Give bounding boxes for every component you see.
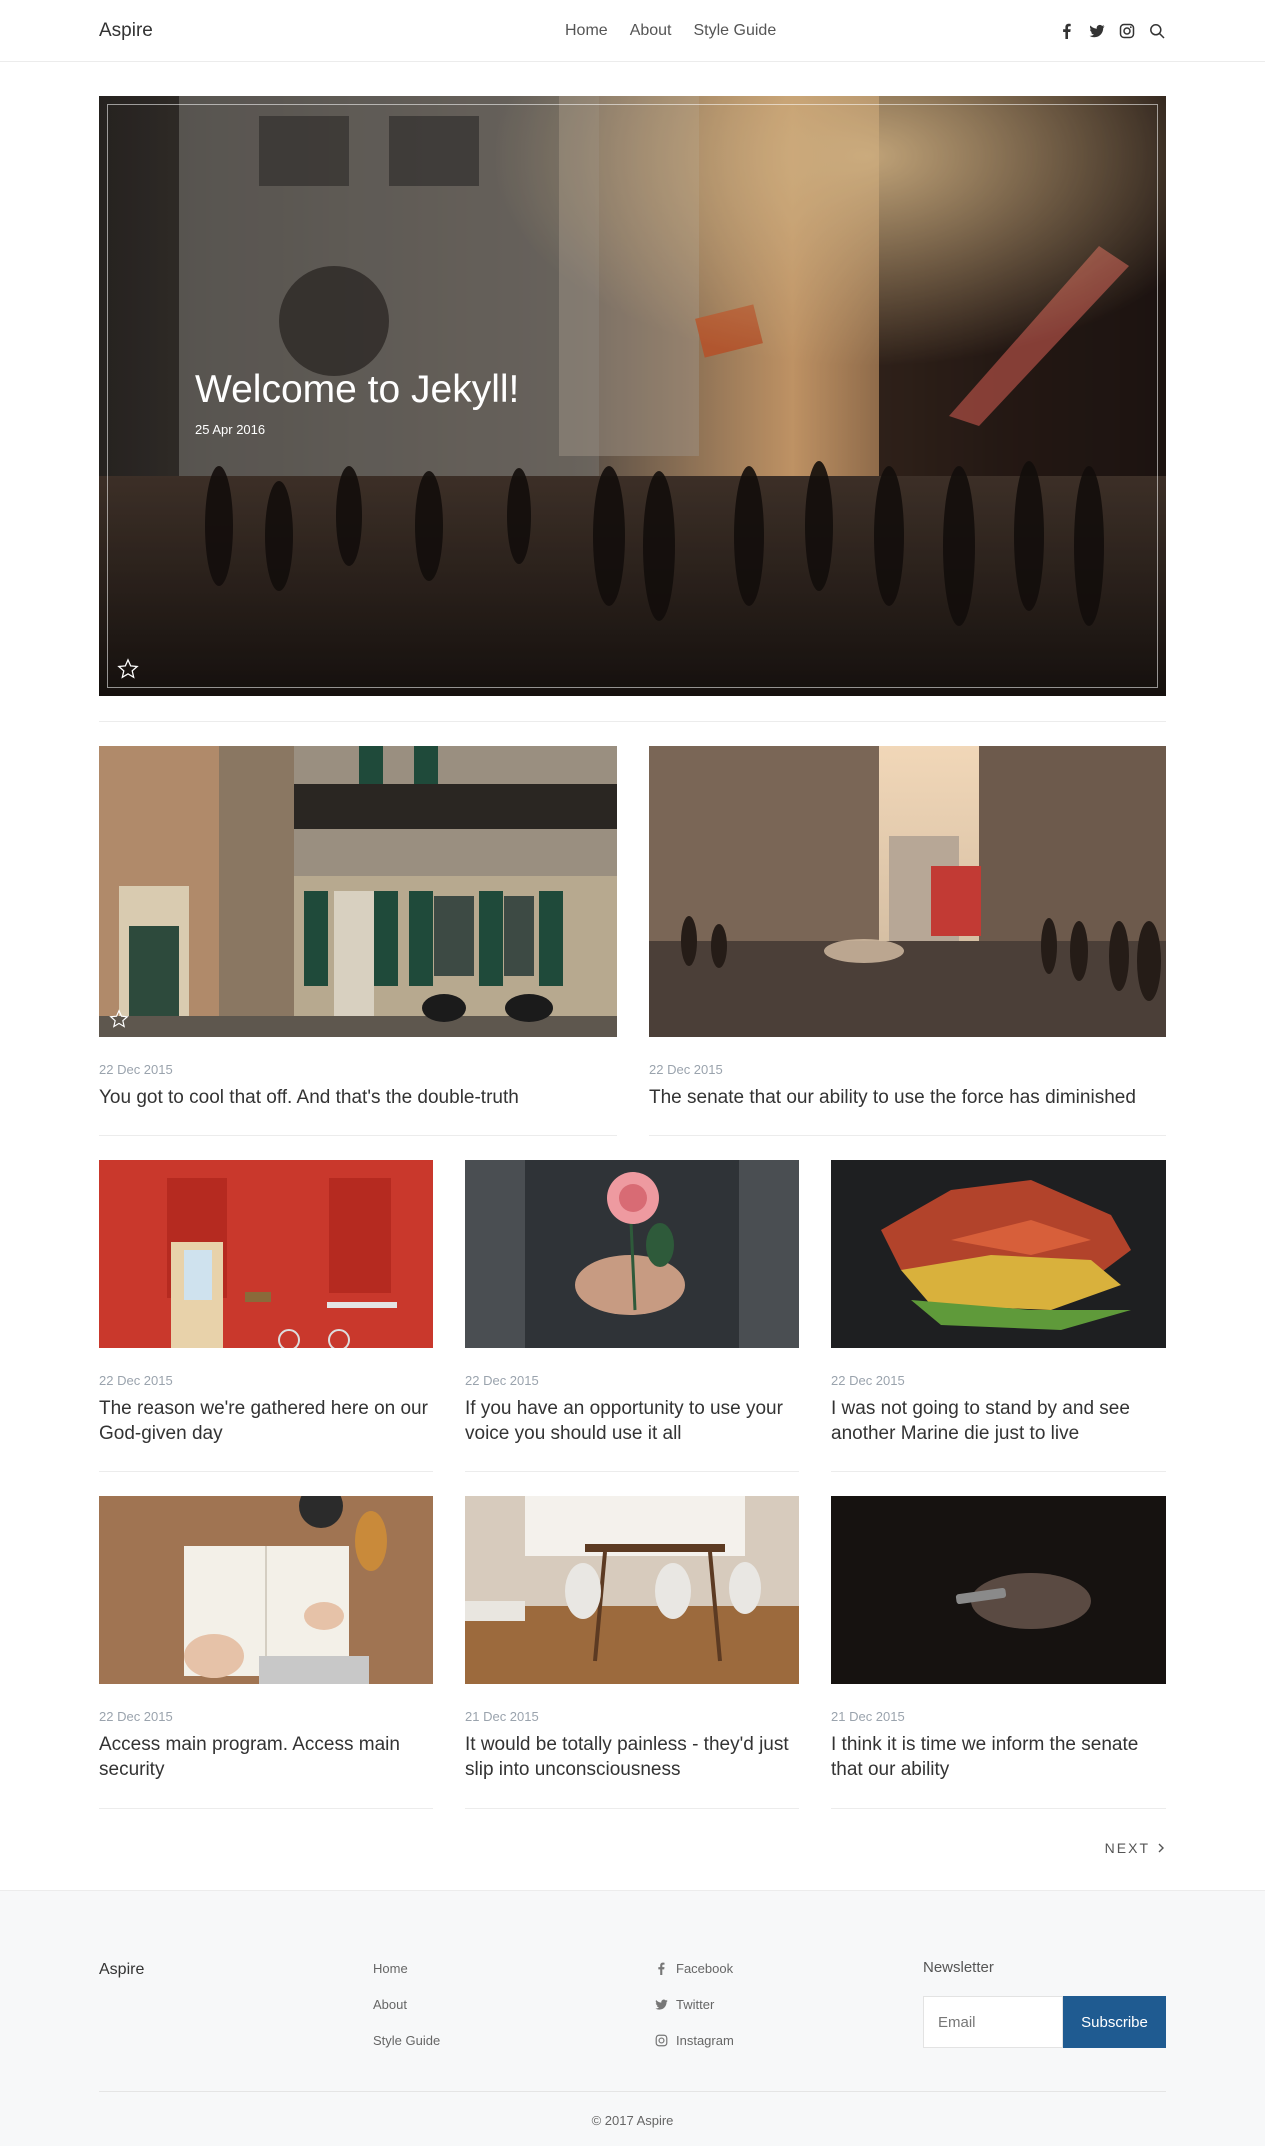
nav-about[interactable]: About xyxy=(630,22,672,40)
instagram-icon xyxy=(655,2034,668,2046)
divider xyxy=(465,1471,799,1472)
footer-links: Home About Style Guide xyxy=(373,1961,440,2069)
copyright: © 2017 Aspire xyxy=(591,2113,674,2128)
divider xyxy=(99,1135,617,1136)
post-title[interactable]: I think it is time we inform the senate … xyxy=(831,1732,1166,1782)
post-date: 22 Dec 2015 xyxy=(831,1373,905,1388)
subscribe-button[interactable]: Subscribe xyxy=(1063,1996,1166,2048)
footer-link-style-guide[interactable]: Style Guide xyxy=(373,2033,440,2048)
footer-brand[interactable]: Aspire xyxy=(99,1961,144,1979)
main-nav: Home About Style Guide xyxy=(565,22,798,40)
footer-link-home[interactable]: Home xyxy=(373,1961,440,1976)
newsletter-label: Newsletter xyxy=(923,1959,994,1976)
post-image[interactable] xyxy=(99,1496,433,1684)
nav-home[interactable]: Home xyxy=(565,22,608,40)
facebook-icon[interactable] xyxy=(1058,22,1076,40)
post-image[interactable] xyxy=(831,1160,1166,1348)
twitter-label: Twitter xyxy=(676,1996,715,2012)
header-icons xyxy=(1058,22,1166,40)
site-logo[interactable]: Aspire xyxy=(99,20,153,42)
post-date: 21 Dec 2015 xyxy=(465,1709,539,1724)
footer-social: Facebook Twitter Instagram xyxy=(655,1961,734,2069)
divider xyxy=(99,721,1166,722)
post-image[interactable] xyxy=(99,746,617,1037)
facebook-label: Facebook xyxy=(676,1960,734,1976)
footer-link-about[interactable]: About xyxy=(373,1997,440,2012)
footer-instagram[interactable]: Instagram xyxy=(655,2032,734,2048)
hero-title[interactable]: Welcome to Jekyll! xyxy=(195,368,519,412)
divider xyxy=(831,1808,1166,1809)
email-field[interactable] xyxy=(923,1996,1063,2048)
twitter-icon xyxy=(655,1999,668,2010)
footer-twitter[interactable]: Twitter xyxy=(655,1996,734,2012)
post-date: 22 Dec 2015 xyxy=(99,1373,173,1388)
instagram-label: Instagram xyxy=(676,2032,734,2048)
next-page-link[interactable]: NEXT xyxy=(1105,1840,1166,1856)
post-image[interactable] xyxy=(465,1496,799,1684)
divider xyxy=(831,1471,1166,1472)
post-title[interactable]: I was not going to stand by and see anot… xyxy=(831,1396,1166,1446)
divider xyxy=(649,1135,1166,1136)
featured-post[interactable]: Welcome to Jekyll! 25 Apr 2016 xyxy=(99,96,1166,696)
divider xyxy=(465,1808,799,1809)
post-image[interactable] xyxy=(99,1160,433,1348)
hero-date: 25 Apr 2016 xyxy=(195,422,266,437)
post-date: 21 Dec 2015 xyxy=(831,1709,905,1724)
nav-style-guide[interactable]: Style Guide xyxy=(694,22,777,40)
next-label: NEXT xyxy=(1104,1840,1150,1856)
chevron-right-icon xyxy=(1158,1843,1164,1853)
twitter-icon[interactable] xyxy=(1088,22,1106,40)
search-icon[interactable] xyxy=(1148,22,1166,40)
divider xyxy=(99,1808,433,1809)
site-header: Aspire Home About Style Guide xyxy=(0,0,1265,62)
footer-divider xyxy=(99,2091,1166,2092)
facebook-icon xyxy=(658,1962,665,1975)
post-date: 22 Dec 2015 xyxy=(99,1062,173,1077)
post-date: 22 Dec 2015 xyxy=(649,1062,723,1077)
star-icon xyxy=(117,658,139,679)
post-image[interactable] xyxy=(465,1160,799,1348)
post-title[interactable]: If you have an opportunity to use your v… xyxy=(465,1396,799,1446)
site-footer: Aspire Home About Style Guide Facebook T… xyxy=(0,1890,1265,2146)
post-title[interactable]: The senate that our ability to use the f… xyxy=(649,1085,1166,1110)
post-date: 22 Dec 2015 xyxy=(465,1373,539,1388)
post-title[interactable]: You got to cool that off. And that's the… xyxy=(99,1085,617,1110)
post-title[interactable]: Access main program. Access main securit… xyxy=(99,1732,433,1782)
post-image[interactable] xyxy=(649,746,1166,1037)
instagram-icon[interactable] xyxy=(1118,22,1136,40)
post-date: 22 Dec 2015 xyxy=(99,1709,173,1724)
post-image[interactable] xyxy=(831,1496,1166,1684)
post-title[interactable]: The reason we're gathered here on our Go… xyxy=(99,1396,433,1446)
post-title[interactable]: It would be totally painless - they'd ju… xyxy=(465,1732,799,1782)
divider xyxy=(99,1471,433,1472)
footer-facebook[interactable]: Facebook xyxy=(655,1960,734,1976)
star-icon xyxy=(109,1009,129,1028)
